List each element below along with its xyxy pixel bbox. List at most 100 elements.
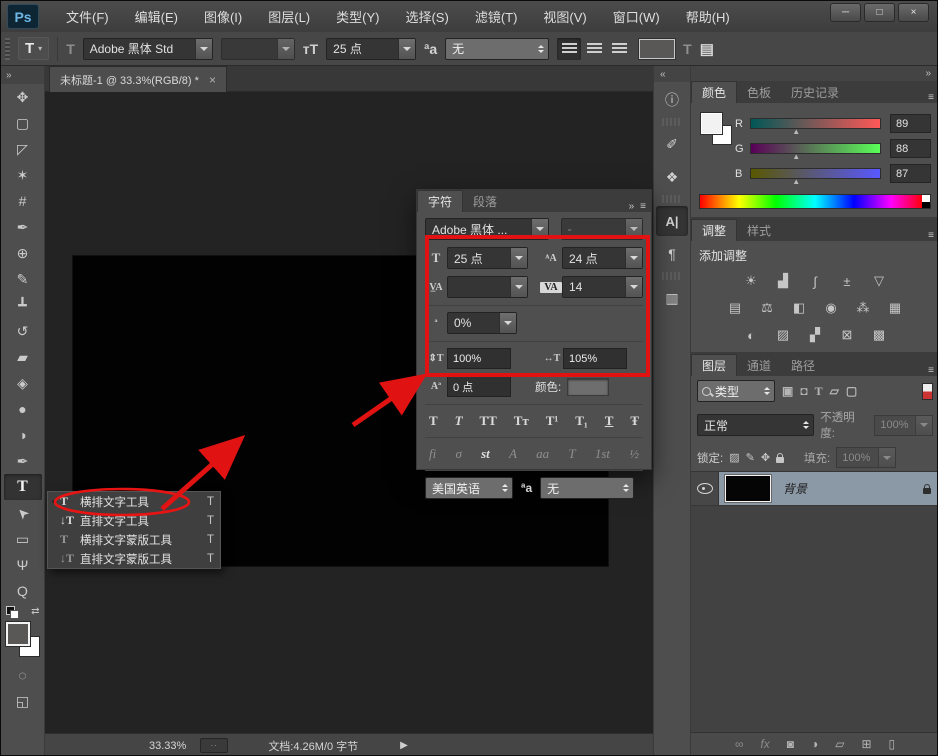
maximize-button[interactable]: □ [864,3,895,22]
quick-mask-button[interactable]: ◌ [4,662,42,688]
warp-text-icon[interactable]: T [683,41,692,57]
brush-tool[interactable]: ✎ [4,266,42,292]
menu-file[interactable]: 文件(F) [53,1,122,32]
menu-type[interactable]: 类型(Y) [323,1,392,32]
menu-item-vertical-type-mask-tool[interactable]: ↓T 直排文字蒙版工具 T [48,549,220,568]
char-font-style-select[interactable]: - [561,218,643,240]
options-grip[interactable] [5,38,10,60]
brightness-contrast-icon[interactable]: ☀ [740,272,763,290]
ordinals-button[interactable]: 1st [595,446,610,462]
invert-icon[interactable]: ◐ [740,326,763,344]
type-tool[interactable]: T [4,474,42,500]
green-slider-thumb-icon[interactable]: ▲ [792,152,800,161]
default-colors-icon[interactable] [6,606,18,618]
layer-thumbnail[interactable] [725,475,771,502]
histogram-panel-button[interactable]: ▥ [656,283,688,313]
menu-item-horizontal-type-mask-tool[interactable]: T 横排文字蒙版工具 T [48,530,220,549]
lock-position-icon[interactable]: ✥ [761,451,770,464]
eyedropper-tool[interactable]: ✒ [4,214,42,240]
menu-filter[interactable]: 滤镜(T) [462,1,531,32]
dodge-tool[interactable]: ◑ [4,422,42,448]
eraser-tool[interactable]: ▰ [4,344,42,370]
status-options-box[interactable]: ·· [200,738,228,753]
language-select[interactable]: 美国英语 [425,477,513,499]
character-panel-button[interactable]: A| [656,206,688,236]
char-font-family-dropdown-icon[interactable] [531,219,548,239]
panel-menu-icon[interactable]: ≡ [640,201,646,212]
color-lookup-icon[interactable]: ▦ [884,299,907,317]
pen-tool[interactable]: ✒ [4,448,42,474]
curves-icon[interactable]: ∫ [804,272,827,290]
char-size-field[interactable]: 25 点 [447,247,528,269]
tab-color[interactable]: 颜色 [691,81,737,103]
font-family-select[interactable]: Adobe 黑体 Std [83,38,213,60]
tab-paragraph[interactable]: 段落 [463,191,507,212]
anti-alias-spinner-icon[interactable] [533,39,548,59]
lock-all-icon[interactable] [776,457,784,463]
black-swatch[interactable] [922,202,930,208]
new-group-icon[interactable]: ▱ [835,737,844,751]
info-panel-button[interactable]: ⓘ [656,85,688,115]
foreground-color-swatch[interactable] [6,622,30,646]
layer-row-main[interactable]: 背景 [719,472,938,505]
tracking-field[interactable]: 14 [562,276,643,298]
fractions-button[interactable]: ½ [629,446,639,462]
char-color-swatch[interactable] [567,378,609,396]
panel-menu-icon[interactable]: ≡ [928,365,934,376]
align-left-button[interactable] [557,38,581,60]
add-layer-mask-icon[interactable]: ◙ [787,737,794,751]
color-balance-icon[interactable]: ⚖ [756,299,779,317]
align-right-button[interactable] [607,38,631,60]
screen-mode-button[interactable]: ◱ [4,688,42,714]
discretionary-ligatures-button[interactable]: st [481,446,490,462]
subscript-button[interactable]: T₁ [575,413,588,429]
selective-color-icon[interactable]: ⊠ [836,326,859,344]
visibility-cell[interactable] [691,472,719,505]
rectangle-tool[interactable]: ▭ [4,526,42,552]
align-center-button[interactable] [582,38,606,60]
lasso-tool[interactable]: ◸ [4,136,42,162]
font-size-select[interactable]: 25 点 [326,38,416,60]
type-filter-icon[interactable]: T [815,384,823,399]
menu-item-vertical-type-tool[interactable]: ↓T 直排文字工具 T [48,511,220,530]
crop-tool[interactable]: # [4,188,42,214]
proportional-spacing-dropdown-icon[interactable] [499,313,516,333]
new-adjustment-layer-icon[interactable]: ◑ [811,737,818,751]
menu-item-horizontal-type-tool[interactable]: ▪ T 横排文字工具 T [48,492,220,511]
blue-slider[interactable]: ▲ [750,168,881,179]
opacity-field[interactable]: 100% [874,415,933,436]
proportional-spacing-field[interactable]: 0% [447,312,517,334]
tracking-dropdown-icon[interactable] [625,277,642,297]
move-tool[interactable]: ✥ [4,84,42,110]
history-brush-tool[interactable]: ↺ [4,318,42,344]
underline-button[interactable]: T [605,413,614,429]
font-style-select[interactable] [221,38,295,60]
photo-filter-icon[interactable]: ◉ [820,299,843,317]
char-font-style-dropdown-icon[interactable] [625,219,642,239]
hand-tool[interactable]: Ψ [4,552,42,578]
filter-toggle-switch[interactable] [922,383,933,400]
baseline-shift-field[interactable]: 0 点 [447,376,511,397]
posterize-icon[interactable]: ▨ [772,326,795,344]
close-button[interactable]: × [898,3,929,22]
contextual-alternates-button[interactable]: σ [455,446,461,462]
rectangular-marquee-tool[interactable]: ▢ [4,110,42,136]
ligatures-button[interactable]: fi [429,446,436,462]
tool-preset-button[interactable]: T ▾ [18,37,49,60]
text-color-swatch[interactable] [639,39,675,59]
panel-menu-icon[interactable]: ≡ [928,92,934,103]
opacity-dropdown-icon[interactable] [915,416,932,435]
clone-source-panel-button[interactable]: ❖ [656,162,688,192]
lock-transparent-pixels-icon[interactable]: ▨ [729,451,739,464]
shape-filter-icon[interactable]: ▱ [830,384,839,398]
pixel-filter-icon[interactable]: ▣ [782,384,793,398]
red-slider-thumb-icon[interactable]: ▲ [792,127,800,136]
new-layer-icon[interactable]: ⊞ [861,737,871,751]
faux-bold-button[interactable]: T [429,413,438,429]
tab-adjustments[interactable]: 调整 [691,219,737,241]
menu-layer[interactable]: 图层(L) [255,1,323,32]
blend-mode-spinner-icon[interactable] [798,415,813,435]
small-caps-button[interactable]: Tᴛ [514,413,529,429]
toggle-panels-icon[interactable]: ▤ [700,40,714,58]
faux-italic-button[interactable]: T [455,413,463,429]
